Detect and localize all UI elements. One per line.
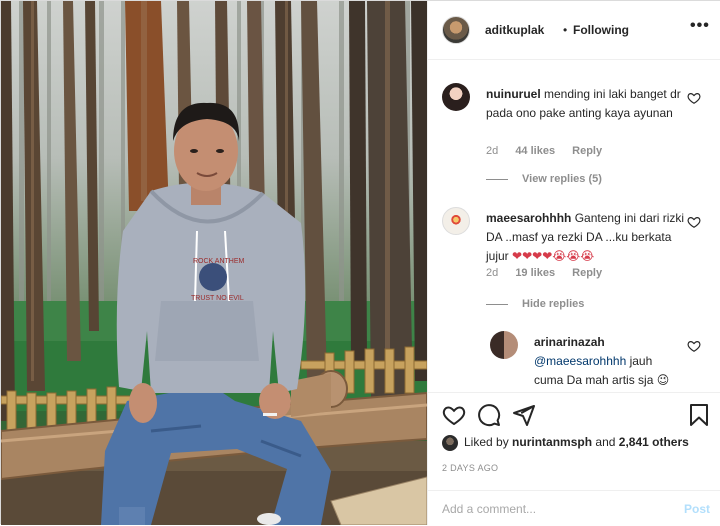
more-icon[interactable]: ••• [690,17,710,35]
likes-conjunction: and [595,435,616,450]
likes-prefix: Liked by [464,435,509,450]
reply-button[interactable]: Reply [572,145,602,157]
hide-replies-toggle[interactable]: Hide replies [486,298,584,310]
likes-summary: Liked by nurintanmsph and 2,841 others [442,435,689,451]
divider-line [486,303,508,305]
hide-replies-label: Hide replies [522,298,585,310]
comment-age: 2d [486,145,499,157]
commenter-avatar[interactable] [442,83,470,111]
svg-text:ROCK ANTHEM: ROCK ANTHEM [193,258,245,265]
author-avatar[interactable] [442,16,470,44]
comment-age: 2d [486,267,499,279]
comment-emoji: ❤❤❤❤😭😭😭 [512,249,595,263]
post-side-panel: aditkuplak • Following ••• nuinuruel men… [427,1,720,525]
view-replies-label: View replies (5) [522,173,602,185]
post-actions: Liked by nurintanmsph and 2,841 others 2… [428,392,720,525]
comment-likes[interactable]: 19 likes [515,267,555,279]
heart-icon[interactable] [442,403,466,427]
reply-button[interactable]: Reply [572,267,602,279]
forest-photo-illustration: ROCK ANTHEM TRUST NO EVIL [1,1,427,525]
add-comment-bar: Add a comment... Post [428,490,720,526]
liker-avatar[interactable] [442,435,458,451]
post-comment-button[interactable]: Post [684,502,710,516]
reply-body: arinarinazah @maeesarohhhh jauh cuma Da … [534,333,684,391]
post-modal: ROCK ANTHEM TRUST NO EVIL aditkuplak • F… [0,0,720,525]
heart-icon[interactable] [687,91,701,105]
comment-meta: 2d 44 likes Reply [486,145,616,157]
view-replies-toggle[interactable]: View replies (5) [486,173,602,185]
heart-icon[interactable] [687,215,701,229]
comment-input[interactable]: Add a comment... [442,502,536,516]
post-timestamp[interactable]: 2 DAYS AGO [442,463,498,473]
svg-text:TRUST NO EVIL: TRUST NO EVIL [191,295,244,302]
comment-body: maeesarohhhh Ganteng ini dari rizki DA .… [486,209,686,266]
comment-likes[interactable]: 44 likes [515,145,555,157]
comments-list[interactable]: nuinuruel mending ini laki banget dr pad… [428,61,720,391]
header-separator: • [563,23,568,37]
reply-username[interactable]: arinarinazah [534,335,605,349]
reply-avatar[interactable] [490,331,518,359]
post-photo[interactable]: ROCK ANTHEM TRUST NO EVIL [1,1,427,525]
share-icon[interactable] [512,403,536,427]
post-header: aditkuplak • Following ••• [428,1,720,60]
following-button[interactable]: Following [573,23,629,37]
comment-meta: 2d 19 likes Reply [486,267,616,279]
comment-body: nuinuruel mending ini laki banget dr pad… [486,85,686,123]
comment-username[interactable]: maeesarohhhh [486,211,571,225]
heart-icon[interactable] [687,339,701,353]
reply-mention[interactable]: @maeesarohhhh [534,354,626,368]
divider-line [486,178,508,180]
author-username[interactable]: aditkuplak [485,23,544,37]
comment-username[interactable]: nuinuruel [486,87,541,101]
commenter-avatar[interactable] [442,207,470,235]
liker-username[interactable]: nurintanmsph [512,435,592,449]
bookmark-icon[interactable] [688,403,710,427]
likes-count[interactable]: 2,841 others [619,435,689,449]
comment-icon[interactable] [477,403,501,427]
